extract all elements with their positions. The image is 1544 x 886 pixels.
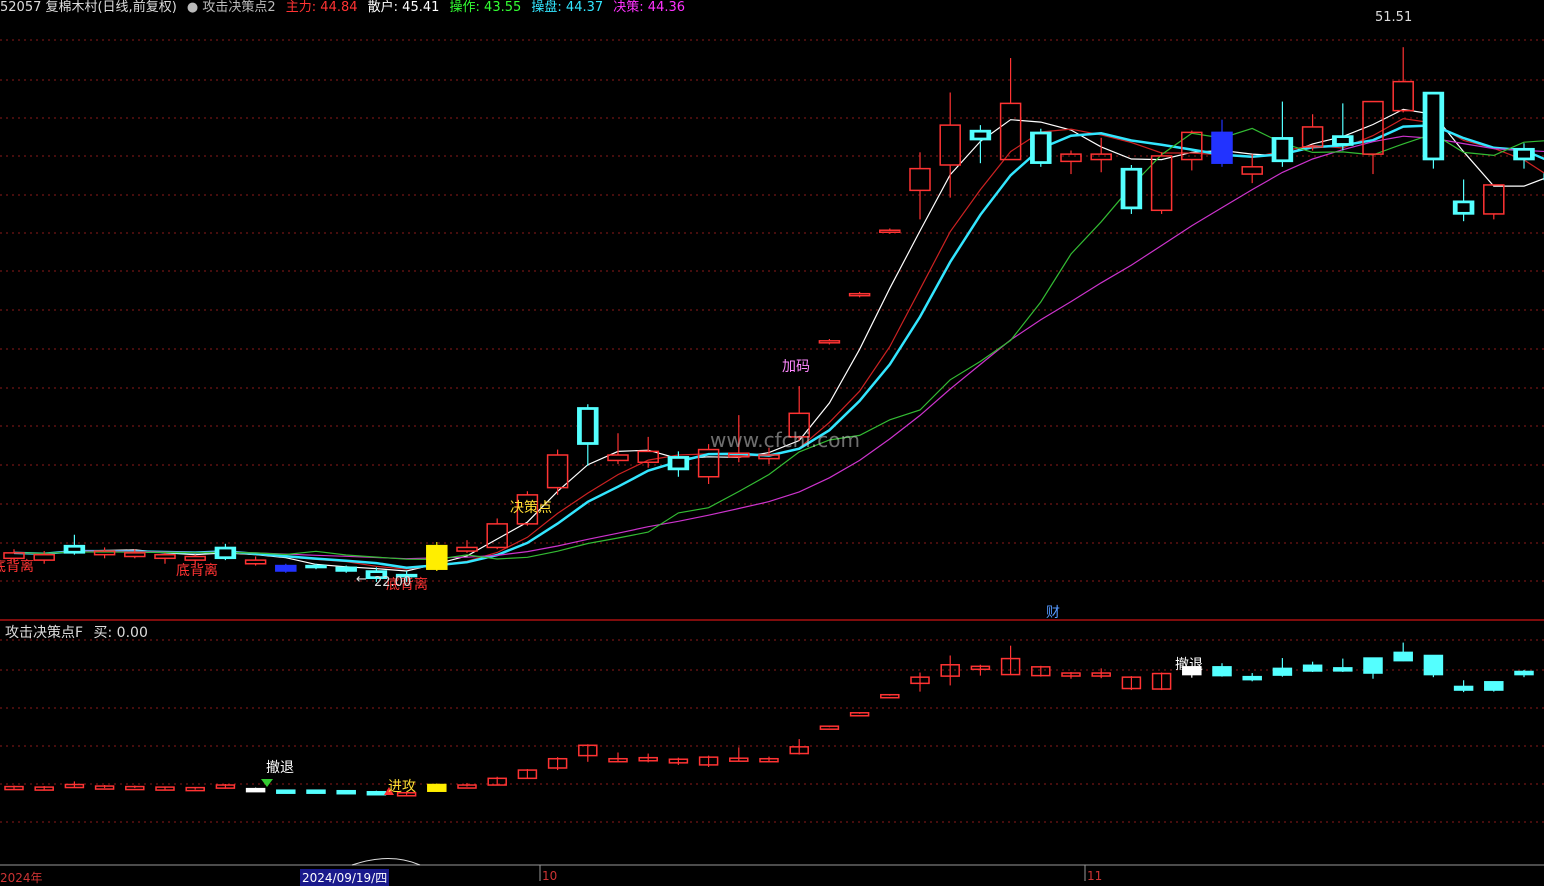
candle-body-inner	[219, 549, 232, 557]
indicator-candles[interactable]	[4, 642, 1544, 797]
label-cai: 财	[1046, 605, 1060, 621]
candle-body	[1090, 153, 1112, 161]
candle-body	[1241, 166, 1263, 175]
candle-body	[456, 546, 478, 552]
indicator-candle-body	[1484, 681, 1504, 691]
indicator-candle-body	[1333, 667, 1353, 672]
indicator-candle-body	[336, 789, 356, 795]
candle-body	[154, 553, 176, 560]
label-juecedian: 决策点	[510, 500, 552, 516]
indicator-buy-value: 买: 0.00	[93, 625, 148, 641]
watermark: www.cfchi.com	[710, 428, 860, 452]
candle-body	[546, 454, 569, 489]
indicator-title: 攻击决策点F 买: 0.00	[5, 622, 154, 642]
indicator-candle-body	[1302, 664, 1323, 672]
ma-magenta-line	[13, 135, 1544, 560]
indicator-candle-body	[1212, 666, 1232, 677]
label-dibeili-2: 底背离	[176, 563, 218, 579]
indicator-candle-body	[849, 712, 870, 717]
label-chetui-2: 撤退	[1175, 657, 1203, 673]
candle-body-inner	[581, 409, 594, 443]
indicator-candle-body	[427, 783, 447, 792]
candle-body	[1150, 155, 1173, 212]
ma-red-line	[13, 117, 1544, 570]
indicator-candle-body	[1423, 654, 1444, 676]
candle-body-inner	[1457, 203, 1470, 212]
ma-white-line	[13, 108, 1544, 572]
candle-body-inner	[672, 458, 685, 468]
candle-body	[275, 564, 297, 572]
candle-body-inner	[68, 547, 81, 551]
candle-body	[1060, 153, 1082, 163]
cursor-marker	[351, 858, 421, 866]
candle-body	[335, 566, 357, 572]
indicator-candle-body	[880, 693, 900, 699]
indicator-candle-body	[1363, 657, 1383, 674]
candle-body	[1181, 131, 1203, 161]
candle-body	[818, 340, 841, 344]
indicator-candle-body	[1272, 667, 1293, 676]
label-low-marker: ←	[356, 572, 367, 587]
indicator-candle-body	[819, 725, 840, 730]
indicator-candle-body	[366, 790, 387, 796]
label-high-price: 51.51	[1375, 10, 1413, 25]
candle-body-inner	[1034, 134, 1047, 162]
label-low-price: 22.00	[374, 575, 412, 590]
candle-body-inner	[1427, 94, 1440, 158]
candle-body	[33, 553, 55, 561]
candle-body-inner	[1276, 139, 1289, 160]
axis-cursor-date[interactable]: 2024/09/19/四	[300, 869, 390, 886]
candle-body	[1483, 184, 1505, 215]
ma-green-line	[13, 127, 1544, 561]
label-chetui-1: 撤退	[266, 760, 294, 776]
candle-body	[879, 229, 901, 233]
label-jiama: 加码	[782, 359, 810, 375]
candle-body	[607, 454, 629, 462]
indicator-candle-body	[1514, 670, 1534, 676]
candle-body-inner	[1336, 138, 1349, 144]
label-jingong: 进攻	[388, 779, 416, 795]
candle-body	[124, 552, 146, 558]
axis-year: 2024年	[0, 871, 43, 885]
candle-body	[305, 564, 327, 569]
indicator-candle-body	[276, 789, 296, 794]
indicator-candle-body	[306, 789, 326, 794]
indicator-candle-body	[245, 787, 266, 793]
moving-average-lines	[13, 108, 1544, 572]
candle-body	[939, 124, 961, 166]
candle-body-inner	[1518, 150, 1530, 158]
candle-body-inner	[1125, 170, 1138, 207]
indicator-candle-body	[1242, 675, 1262, 681]
label-dibeili-1: 底背离	[0, 559, 34, 575]
price-candles[interactable]	[3, 47, 1544, 582]
candle-body	[1211, 131, 1233, 164]
candle-body	[1392, 80, 1414, 112]
candle-body	[93, 550, 116, 556]
indicator-candle-body	[1453, 685, 1474, 691]
indicator-name[interactable]: 攻击决策点F	[5, 625, 83, 641]
sell-arrow-icon	[261, 779, 273, 787]
candle-body	[909, 167, 931, 192]
ma-cyan-line	[13, 124, 1544, 569]
candle-body	[848, 292, 871, 297]
candle-body-inner	[974, 132, 987, 138]
indicator-candle-body	[1393, 651, 1413, 662]
candle-body	[426, 544, 448, 570]
candle-body	[244, 559, 267, 565]
